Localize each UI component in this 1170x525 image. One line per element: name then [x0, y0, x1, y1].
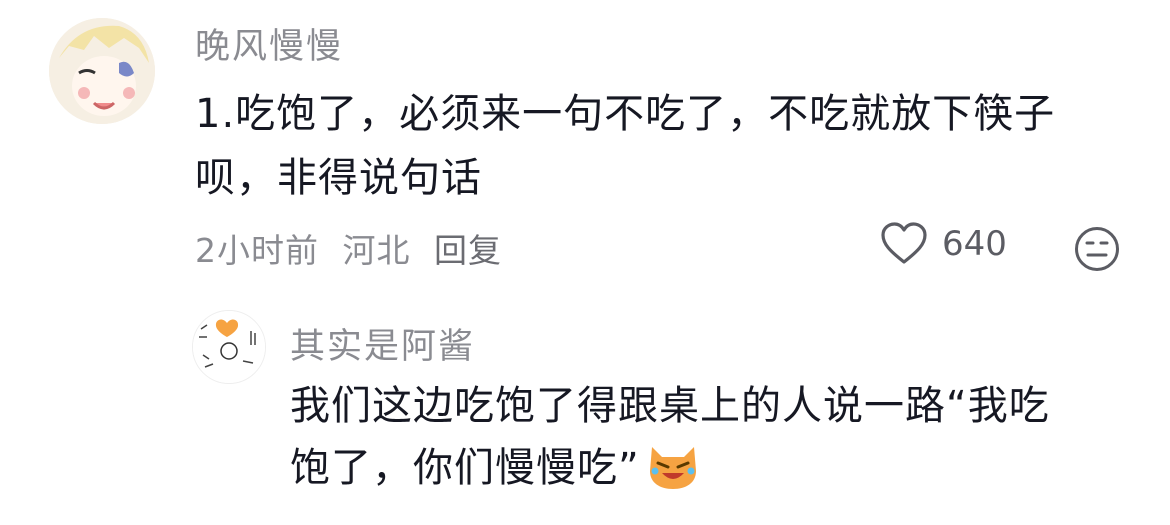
heart-outline-icon: [881, 222, 927, 264]
comment-text-line1: 1.吃饱了，必须来一句不吃了，不吃就放下筷子: [195, 91, 1056, 137]
reply-text-line2-row: 饱了，你们慢慢吃”: [290, 436, 700, 510]
commenter-name[interactable]: 晚风慢慢: [195, 18, 343, 69]
reply-text-line2: 饱了，你们慢慢吃”: [290, 445, 640, 491]
comment-time: 2小时前: [195, 231, 319, 270]
comment-text-line2: 呗，非得说句话: [195, 155, 482, 201]
meh-face-icon: [1075, 227, 1119, 271]
replier-avatar[interactable]: [192, 310, 266, 384]
reply-button[interactable]: 回复: [434, 231, 502, 270]
replier-name[interactable]: 其实是阿酱: [290, 318, 475, 369]
comment-location: 河北: [342, 231, 411, 270]
like-button[interactable]: 640: [880, 222, 1007, 266]
commenter-avatar[interactable]: [49, 18, 155, 124]
comment-meta: 2小时前 河北 回复: [195, 224, 514, 272]
crying-laughing-cat-emoji: [646, 441, 700, 510]
dislike-button[interactable]: [1074, 226, 1120, 276]
reply-text-line1: 我们这边吃饱了得跟桌上的人说一路“我吃: [290, 383, 1050, 429]
like-count: 640: [942, 224, 1007, 264]
